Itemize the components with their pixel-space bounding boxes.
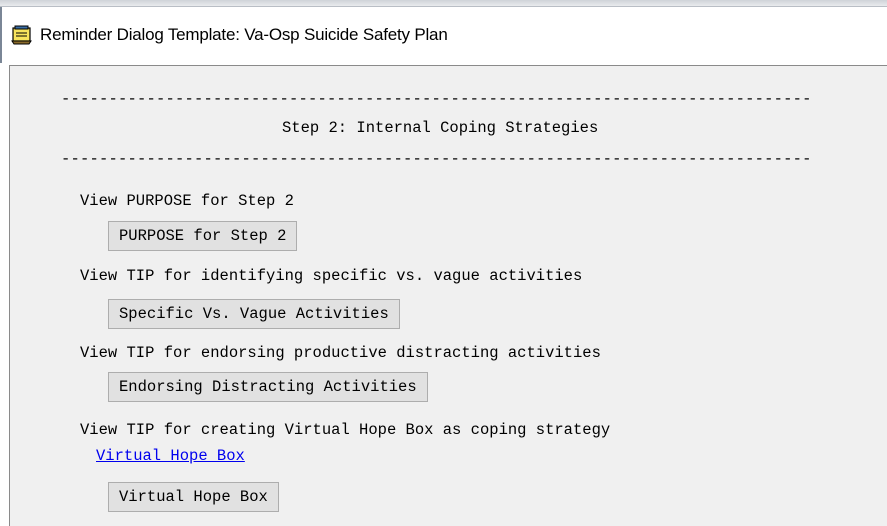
window-title: Reminder Dialog Template: Va-Osp Suicide… <box>40 25 448 44</box>
divider-top: ----------------------------------------… <box>61 90 812 108</box>
dialog-content-area: ----------------------------------------… <box>9 65 887 526</box>
title-bar[interactable]: Reminder Dialog Template: Va-Osp Suicide… <box>0 7 887 63</box>
distracting-activities-label: View TIP for endorsing productive distra… <box>80 344 601 362</box>
step-heading: Step 2: Internal Coping Strategies <box>282 119 599 137</box>
distracting-activities-button-label: Endorsing Distracting Activities <box>119 378 417 396</box>
virtual-hope-box-button[interactable]: Virtual Hope Box <box>108 482 279 512</box>
specific-vague-button[interactable]: Specific Vs. Vague Activities <box>108 299 400 329</box>
specific-vague-button-label: Specific Vs. Vague Activities <box>119 305 389 323</box>
virtual-hope-box-link[interactable]: Virtual Hope Box <box>96 447 245 465</box>
purpose-step2-button-label: PURPOSE for Step 2 <box>119 227 287 245</box>
background-window-edge <box>0 0 887 7</box>
virtual-hope-box-label: View TIP for creating Virtual Hope Box a… <box>80 421 611 439</box>
reminder-dialog-window: Reminder Dialog Template: Va-Osp Suicide… <box>0 0 887 526</box>
virtual-hope-box-button-label: Virtual Hope Box <box>119 488 268 506</box>
purpose-step2-button[interactable]: PURPOSE for Step 2 <box>108 221 298 251</box>
reminder-dialog-icon <box>10 24 34 46</box>
divider-bottom: ----------------------------------------… <box>61 150 812 168</box>
distracting-activities-button[interactable]: Endorsing Distracting Activities <box>108 372 428 402</box>
purpose-step2-label: View PURPOSE for Step 2 <box>80 192 294 210</box>
specific-vague-label: View TIP for identifying specific vs. va… <box>80 267 583 285</box>
